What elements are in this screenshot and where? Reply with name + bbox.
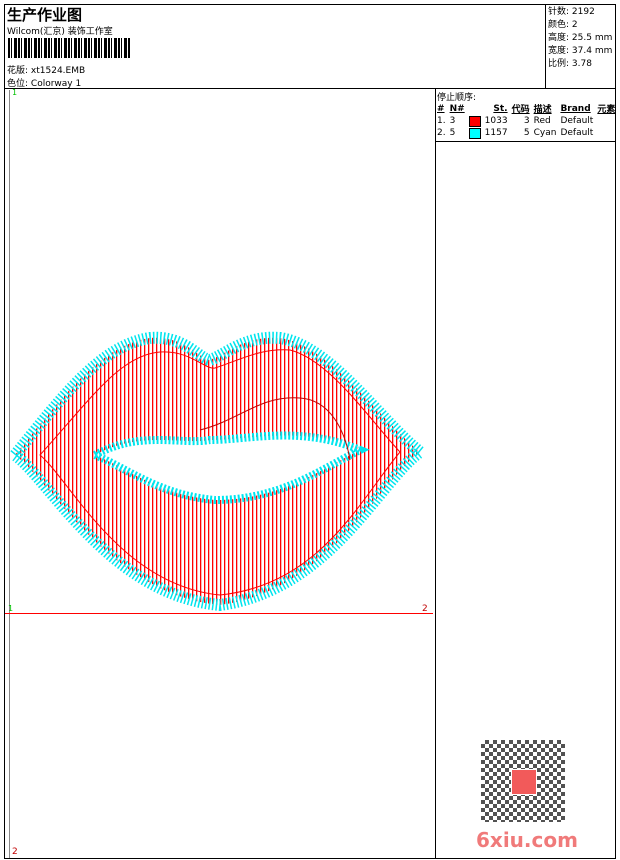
seal-logo bbox=[511, 769, 537, 795]
production-worksheet: 生产作业图 Wilcom(汇京) 装饰工作室 花版: xt1524.EMB 色位… bbox=[0, 0, 620, 860]
watermark-text: 6xiu.com bbox=[476, 828, 578, 852]
lips-embroidery bbox=[6, 331, 430, 612]
